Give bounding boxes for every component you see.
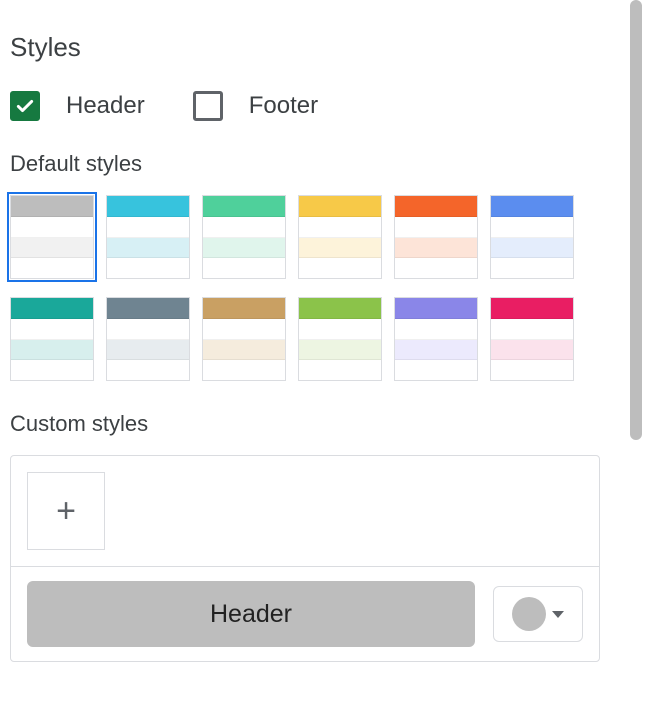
- swatch-band: [203, 340, 285, 361]
- style-swatch-green[interactable]: [202, 195, 286, 279]
- swatch-band: [203, 258, 285, 278]
- swatch-band: [11, 319, 93, 340]
- style-swatch-slate[interactable]: [106, 297, 190, 381]
- swatch-band: [107, 238, 189, 259]
- swatch-band: [299, 217, 381, 238]
- swatch-band: [299, 298, 381, 319]
- style-swatch-blue[interactable]: [490, 195, 574, 279]
- swatch-band: [299, 258, 381, 278]
- checkbox-row: Header Footer: [10, 91, 600, 121]
- scrollbar-thumb[interactable]: [630, 0, 642, 440]
- swatch-band: [299, 360, 381, 380]
- style-swatch-tan[interactable]: [202, 297, 286, 381]
- swatch-band: [203, 196, 285, 217]
- custom-styles-add-area: +: [11, 456, 599, 567]
- swatch-band: [395, 217, 477, 238]
- swatch-band: [299, 238, 381, 259]
- header-checkbox[interactable]: Header: [10, 91, 145, 121]
- header-checkbox-label: Header: [66, 92, 145, 120]
- swatch-band: [107, 217, 189, 238]
- swatch-band: [11, 217, 93, 238]
- swatch-band: [395, 196, 477, 217]
- swatch-band: [107, 340, 189, 361]
- swatch-band: [395, 360, 477, 380]
- swatch-band: [203, 298, 285, 319]
- swatch-band: [203, 217, 285, 238]
- swatch-band: [107, 258, 189, 278]
- style-swatch-grey[interactable]: [10, 195, 94, 279]
- default-styles-heading: Default styles: [10, 151, 600, 177]
- swatch-band: [107, 298, 189, 319]
- swatch-band: [491, 298, 573, 319]
- checkbox-checked-icon: [10, 91, 40, 121]
- swatch-band: [395, 238, 477, 259]
- footer-checkbox-label: Footer: [249, 92, 318, 120]
- swatch-band: [299, 196, 381, 217]
- style-swatch-yellow[interactable]: [298, 195, 382, 279]
- swatch-band: [395, 298, 477, 319]
- header-style-preview-label: Header: [210, 600, 292, 629]
- swatch-band: [491, 340, 573, 361]
- style-swatch-orange[interactable]: [394, 195, 478, 279]
- custom-style-editor-row: Header: [11, 567, 599, 661]
- style-swatch-cyan[interactable]: [106, 195, 190, 279]
- swatch-band: [491, 238, 573, 259]
- swatch-band: [11, 238, 93, 259]
- swatch-band: [491, 319, 573, 340]
- style-swatch-pink[interactable]: [490, 297, 574, 381]
- swatch-band: [491, 196, 573, 217]
- swatch-band: [107, 360, 189, 380]
- swatch-band: [395, 319, 477, 340]
- swatch-band: [395, 340, 477, 361]
- checkbox-unchecked-icon: [193, 91, 223, 121]
- swatch-band: [11, 340, 93, 361]
- swatch-band: [11, 360, 93, 380]
- default-styles-grid: [10, 195, 600, 381]
- header-color-picker[interactable]: [493, 586, 583, 642]
- header-style-preview[interactable]: Header: [27, 581, 475, 647]
- swatch-band: [203, 238, 285, 259]
- style-swatch-teal[interactable]: [10, 297, 94, 381]
- swatch-band: [491, 258, 573, 278]
- swatch-band: [491, 360, 573, 380]
- style-swatch-purple[interactable]: [394, 297, 478, 381]
- swatch-band: [107, 319, 189, 340]
- chevron-down-icon: [552, 611, 564, 618]
- plus-icon: +: [56, 494, 76, 528]
- swatch-band: [11, 258, 93, 278]
- color-swatch-icon: [512, 597, 546, 631]
- swatch-band: [299, 319, 381, 340]
- swatch-band: [203, 319, 285, 340]
- custom-styles-box: + Header: [10, 455, 600, 662]
- swatch-band: [11, 196, 93, 217]
- swatch-band: [299, 340, 381, 361]
- swatch-band: [491, 217, 573, 238]
- styles-heading: Styles: [10, 32, 600, 63]
- swatch-band: [107, 196, 189, 217]
- style-swatch-lime[interactable]: [298, 297, 382, 381]
- custom-styles-heading: Custom styles: [10, 411, 600, 437]
- swatch-band: [11, 298, 93, 319]
- footer-checkbox[interactable]: Footer: [193, 91, 318, 121]
- swatch-band: [395, 258, 477, 278]
- swatch-band: [203, 360, 285, 380]
- add-custom-style-button[interactable]: +: [27, 472, 105, 550]
